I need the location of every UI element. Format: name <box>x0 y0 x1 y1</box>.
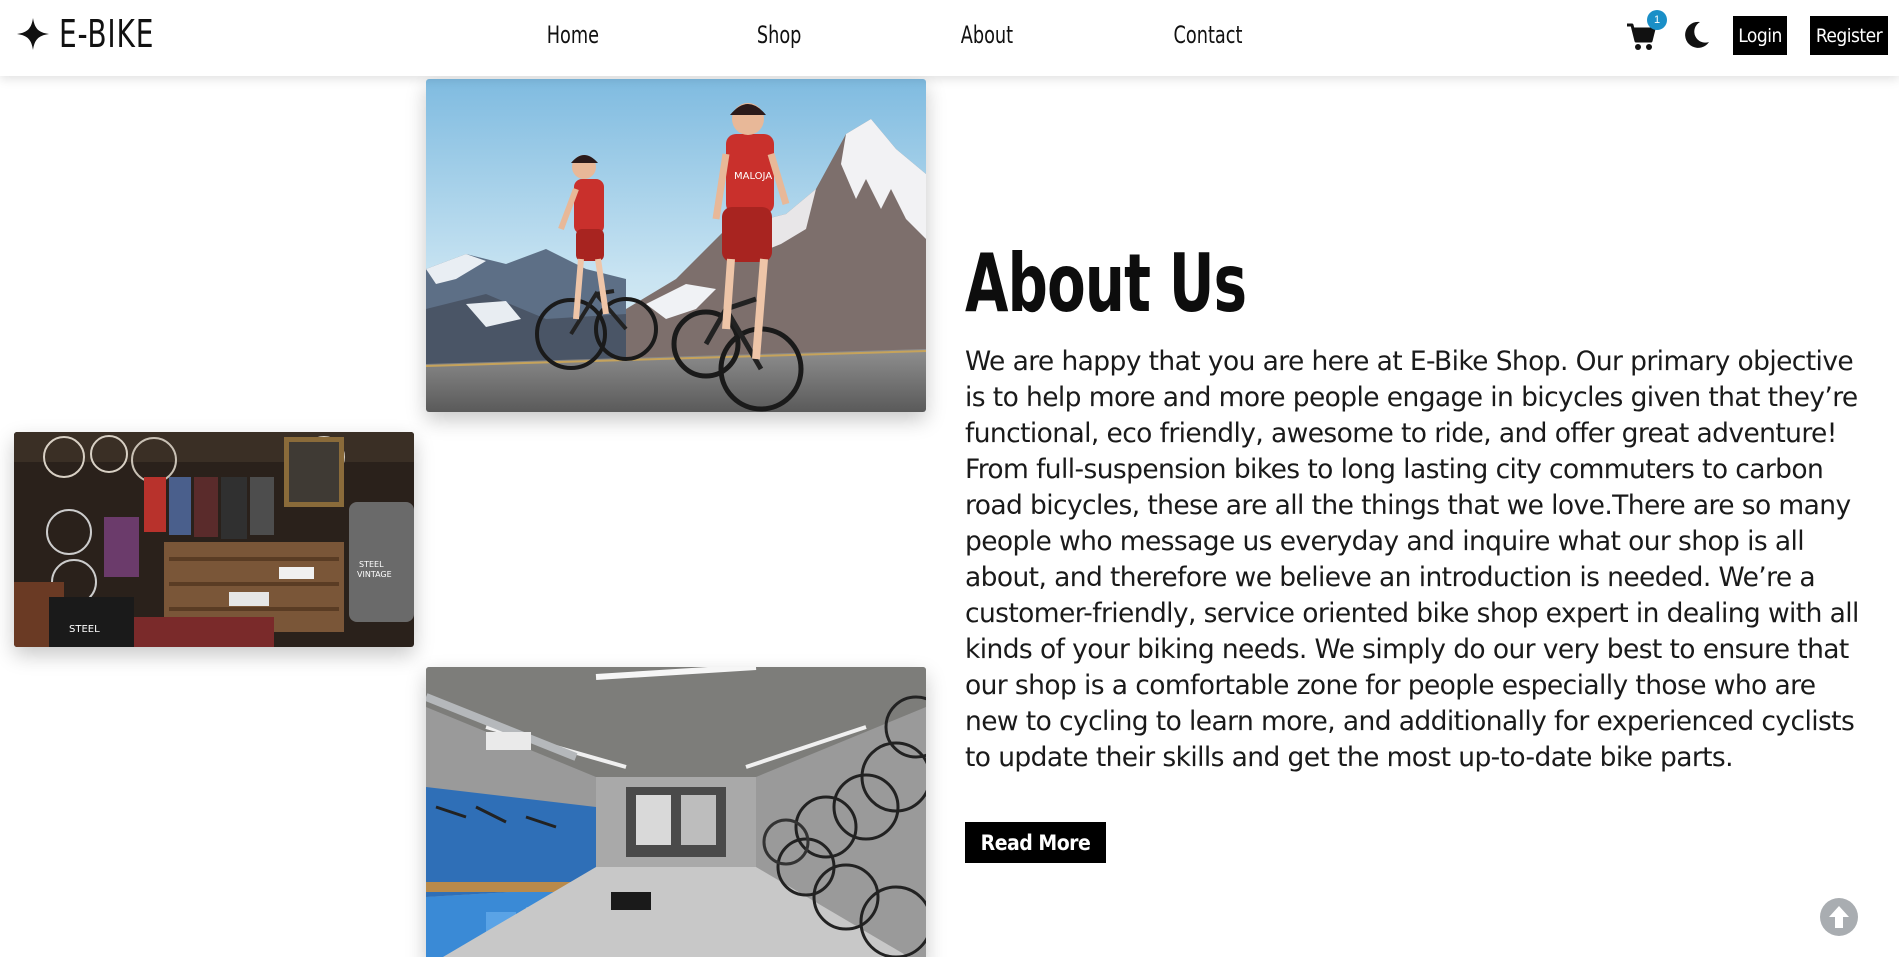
register-button[interactable]: Register <box>1810 16 1888 55</box>
logo[interactable]: E-BIKE <box>16 14 175 54</box>
moon-icon[interactable] <box>1682 20 1710 50</box>
about-title: About Us <box>965 237 1247 330</box>
bike-workshop-photo <box>426 667 926 957</box>
logo-text: E-BIKE <box>59 12 155 56</box>
svg-text:VINTAGE: VINTAGE <box>357 570 392 579</box>
nav-about[interactable]: About <box>961 20 1013 50</box>
bike-store-photo: STEEL VINTAGE STEEL <box>14 432 414 647</box>
svg-text:STEEL: STEEL <box>359 560 384 569</box>
about-description: We are happy that you are here at E-Bike… <box>965 346 1859 773</box>
read-more-button[interactable]: Read More <box>965 822 1106 863</box>
nav-shop[interactable]: Shop <box>757 20 802 50</box>
svg-text:MALOJA: MALOJA <box>734 171 772 182</box>
nav-home[interactable]: Home <box>547 20 599 50</box>
sparkle-star-icon <box>17 18 49 50</box>
arrow-up-circle-icon[interactable] <box>1819 897 1859 937</box>
cyclists-mountain-photo: MALOJA <box>426 79 926 412</box>
svg-text:STEEL: STEEL <box>69 624 100 635</box>
login-button[interactable]: Login <box>1733 16 1787 55</box>
cart-count-badge: 1 <box>1647 10 1667 30</box>
nav-contact[interactable]: Contact <box>1174 20 1243 50</box>
site-header: E-BIKE Home Shop About Contact 1 Login R… <box>0 0 1899 76</box>
